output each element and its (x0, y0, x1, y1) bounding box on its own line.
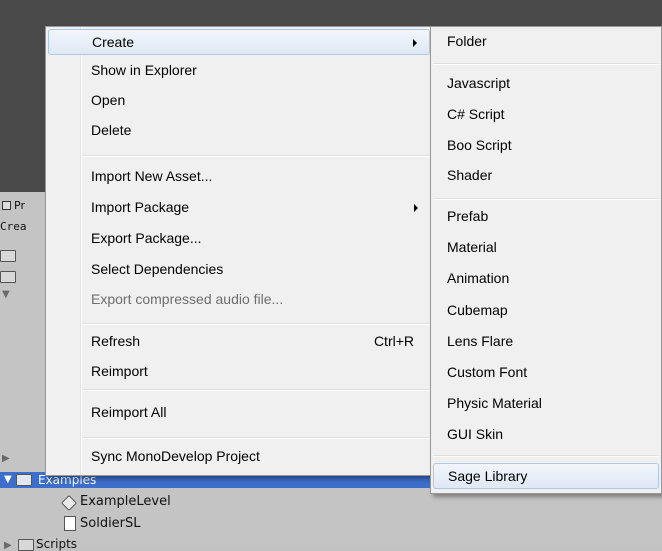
menu-item-label: Export compressed audio file... (91, 291, 284, 307)
menu-item-label: Custom Font (447, 364, 528, 380)
menu-item-export-compressed-audio: Export compressed audio file... (48, 287, 430, 313)
menu-item-export-package[interactable]: Export Package... (48, 226, 430, 252)
menu-separator (82, 389, 430, 391)
folder-icon (0, 271, 16, 283)
folder-icon (18, 539, 34, 551)
menu-item-label: Open (91, 92, 126, 108)
expand-arrow-icon[interactable]: ▼ (2, 289, 10, 300)
menu-item-label: Export Package... (91, 230, 202, 246)
submenu-item-boo-script[interactable]: Boo Script (433, 133, 659, 159)
menu-item-open[interactable]: Open (48, 88, 430, 114)
submenu-item-csharp-script[interactable]: C# Script (433, 102, 659, 128)
submenu-item-gui-skin[interactable]: GUI Skin (433, 422, 659, 448)
menu-item-label: Reimport (91, 363, 148, 379)
menu-item-label: Import Package (91, 199, 190, 215)
submenu-item-sage-library[interactable]: Sage Library (433, 463, 659, 489)
menu-item-delete[interactable]: Delete (48, 118, 430, 144)
menu-item-label: Import New Asset... (91, 168, 213, 184)
folder-icon (16, 474, 32, 486)
menu-separator (82, 437, 430, 439)
menu-separator (82, 323, 430, 325)
menu-item-label: Lens Flare (447, 333, 514, 349)
menu-item-label: Sync MonoDevelop Project (91, 448, 260, 464)
menu-item-reimport-all[interactable]: Reimport All (48, 400, 430, 426)
submenu-item-javascript[interactable]: Javascript (433, 71, 659, 97)
tree-row-examplelevel[interactable]: ExampleLevel (80, 494, 171, 509)
menu-separator (433, 198, 659, 200)
tree-row-scripts[interactable]: Scripts (36, 537, 77, 551)
folder-icon (0, 250, 16, 262)
menu-item-label: Show in Explorer (91, 62, 197, 78)
submenu-item-cubemap[interactable]: Cubemap (433, 298, 659, 324)
menu-item-label: Reimport All (91, 404, 167, 420)
create-submenu: Folder Javascript C# Script Boo Script S… (430, 26, 662, 494)
menu-item-label: Delete (91, 122, 132, 138)
collapse-arrow-icon[interactable]: ▶ (4, 540, 12, 551)
file-icon (64, 516, 76, 531)
submenu-item-shader[interactable]: Shader (433, 163, 659, 189)
menu-separator (433, 455, 659, 457)
menu-item-refresh[interactable]: Refresh Ctrl+R (48, 329, 430, 355)
submenu-item-custom-font[interactable]: Custom Font (433, 360, 659, 386)
menu-separator (82, 155, 430, 157)
menu-item-shortcut: Ctrl+R (373, 333, 414, 349)
menu-item-label: Sage Library (448, 468, 528, 484)
menu-item-label: C# Script (447, 106, 505, 122)
menu-item-label: Select Dependencies (91, 261, 224, 277)
project-tab-label: Pr (14, 199, 25, 212)
menu-item-reimport[interactable]: Reimport (48, 359, 430, 385)
submenu-item-prefab[interactable]: Prefab (433, 204, 659, 230)
menu-item-show-in-explorer[interactable]: Show in Explorer (48, 58, 430, 84)
menu-item-sync-monodevelop[interactable]: Sync MonoDevelop Project (48, 444, 430, 470)
menu-item-label: Physic Material (447, 395, 542, 411)
submenu-item-lens-flare[interactable]: Lens Flare (433, 329, 659, 355)
menu-item-label: Refresh (91, 333, 141, 349)
create-dropdown[interactable]: Crea (0, 220, 27, 233)
submenu-item-folder[interactable]: Folder (433, 29, 659, 55)
menu-item-create[interactable]: Create (48, 29, 430, 55)
expand-arrow-icon[interactable]: ▼ (4, 474, 12, 485)
project-tab-icon (2, 201, 11, 210)
menu-item-label: Create (92, 34, 135, 50)
menu-item-label: Cubemap (447, 302, 508, 318)
tree-row-soldiersl[interactable]: SoldierSL (80, 516, 141, 531)
submenu-arrow-icon (414, 204, 418, 212)
menu-item-label: Shader (447, 167, 493, 183)
submenu-item-material[interactable]: Material (433, 235, 659, 261)
menu-item-label: Prefab (447, 208, 489, 224)
menu-item-import-new-asset[interactable]: Import New Asset... (48, 164, 430, 190)
menu-item-label: Boo Script (447, 137, 512, 153)
submenu-item-animation[interactable]: Animation (433, 266, 659, 292)
menu-separator (433, 63, 659, 65)
context-menu: Create Show in Explorer Open Delete Impo… (45, 26, 433, 476)
submenu-item-physic-material[interactable]: Physic Material (433, 391, 659, 417)
menu-item-select-dependencies[interactable]: Select Dependencies (48, 257, 430, 283)
menu-item-import-package[interactable]: Import Package (48, 195, 430, 221)
submenu-arrow-icon (413, 39, 417, 47)
menu-item-label: Material (447, 239, 497, 255)
menu-item-label: Folder (447, 33, 487, 49)
menu-item-label: Animation (447, 270, 510, 286)
menu-item-label: GUI Skin (447, 426, 504, 442)
collapse-arrow-icon[interactable]: ▶ (2, 453, 10, 464)
menu-item-label: Javascript (447, 75, 511, 91)
